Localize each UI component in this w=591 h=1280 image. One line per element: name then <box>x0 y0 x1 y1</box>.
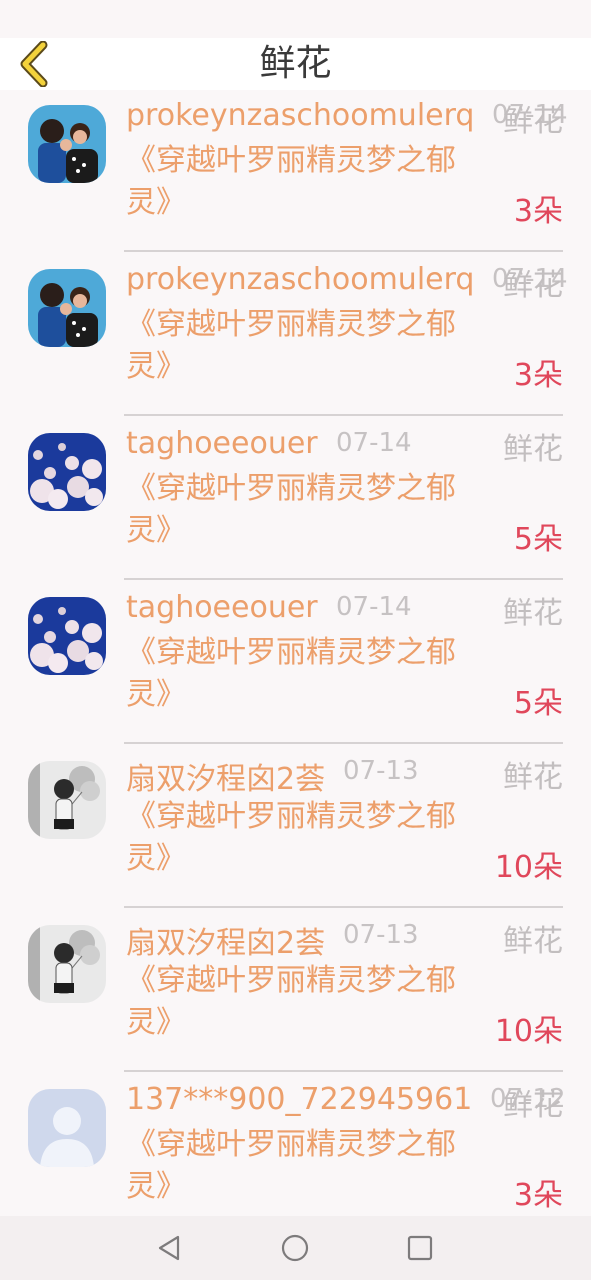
gift-count: 5朵 <box>513 686 563 721</box>
gift-count: 3朵 <box>513 1178 563 1213</box>
gift-date: 07-14 <box>336 428 412 458</box>
gift-list[interactable]: prokeynzaschoomulerq 07-14 鲜花 《穿越叶罗丽精灵梦之郁灵》… <box>0 90 591 1216</box>
nav-home-button[interactable] <box>279 1232 311 1264</box>
page-title: 鲜花 <box>259 43 332 84</box>
gift-type: 鲜花 <box>503 924 563 959</box>
book-title: 《穿越叶罗丽精灵梦之郁灵》 <box>126 799 456 876</box>
avatar[interactable] <box>28 433 106 511</box>
gift-date: 07-13 <box>343 920 419 950</box>
gift-type: 鲜花 <box>503 760 563 795</box>
avatar[interactable] <box>28 925 106 1003</box>
user-name: prokeynzaschoomulerq <box>126 98 475 133</box>
list-item[interactable]: prokeynzaschoomulerq 07-14 鲜花 《穿越叶罗丽精灵梦之郁灵》… <box>0 90 591 252</box>
gift-type: 鲜花 <box>503 104 563 139</box>
list-item[interactable]: 扇双汐程囟2荟 07-13 鲜花《穿越叶罗丽精灵梦之郁灵》 10朵 <box>0 744 591 908</box>
nav-back-button[interactable] <box>153 1232 185 1264</box>
list-item[interactable]: prokeynzaschoomulerq 07-14 鲜花 《穿越叶罗丽精灵梦之郁灵》… <box>0 252 591 416</box>
system-nav-bar <box>0 1216 591 1280</box>
gift-type: 鲜花 <box>503 268 563 303</box>
user-name: 扇双汐程囟2荟 <box>126 762 326 797</box>
gift-type: 鲜花 <box>503 432 563 467</box>
gift-count: 10朵 <box>494 1014 563 1049</box>
user-name: 137***900_722945961 <box>126 1082 473 1117</box>
book-title: 《穿越叶罗丽精灵梦之郁灵》 <box>126 143 456 220</box>
list-item[interactable]: 扇双汐程囟2荟 07-13 鲜花《穿越叶罗丽精灵梦之郁灵》 10朵 <box>0 908 591 1072</box>
square-recents-icon <box>407 1235 433 1261</box>
user-name: taghoeeouer <box>126 426 318 461</box>
list-item[interactable]: taghoeeouer 07-14 鲜花《穿越叶罗丽精灵梦之郁灵》 5朵 <box>0 416 591 580</box>
book-title: 《穿越叶罗丽精灵梦之郁灵》 <box>126 307 456 384</box>
gift-date: 07-14 <box>336 592 412 622</box>
avatar[interactable] <box>28 105 106 183</box>
avatar[interactable] <box>28 269 106 347</box>
triangle-back-icon <box>158 1235 180 1261</box>
gift-count: 5朵 <box>513 522 563 557</box>
avatar[interactable] <box>28 761 106 839</box>
user-name: prokeynzaschoomulerq <box>126 262 475 297</box>
gift-count: 3朵 <box>513 358 563 393</box>
user-name: taghoeeouer <box>126 590 318 625</box>
circle-home-icon <box>281 1234 309 1262</box>
gift-type: 鲜花 <box>503 596 563 631</box>
gift-count: 3朵 <box>513 194 563 229</box>
header: 鲜花 <box>0 38 591 90</box>
book-title: 《穿越叶罗丽精灵梦之郁灵》 <box>126 471 456 548</box>
user-name: 扇双汐程囟2荟 <box>126 926 326 961</box>
book-title: 《穿越叶罗丽精灵梦之郁灵》 <box>126 635 456 712</box>
avatar[interactable] <box>28 1089 106 1167</box>
nav-recents-button[interactable] <box>404 1232 436 1264</box>
gift-type: 鲜花 <box>503 1088 563 1123</box>
gift-count: 10朵 <box>494 850 563 885</box>
book-title: 《穿越叶罗丽精灵梦之郁灵》 <box>126 1127 456 1204</box>
avatar[interactable] <box>28 597 106 675</box>
list-item[interactable]: taghoeeouer 07-14 鲜花《穿越叶罗丽精灵梦之郁灵》 5朵 <box>0 580 591 744</box>
book-title: 《穿越叶罗丽精灵梦之郁灵》 <box>126 963 456 1040</box>
gift-date: 07-13 <box>343 756 419 786</box>
list-item[interactable]: 137***900_722945961 07-12 鲜花 《穿越叶罗丽精灵梦之郁灵》 3… <box>0 1072 591 1216</box>
status-bar <box>0 0 591 38</box>
